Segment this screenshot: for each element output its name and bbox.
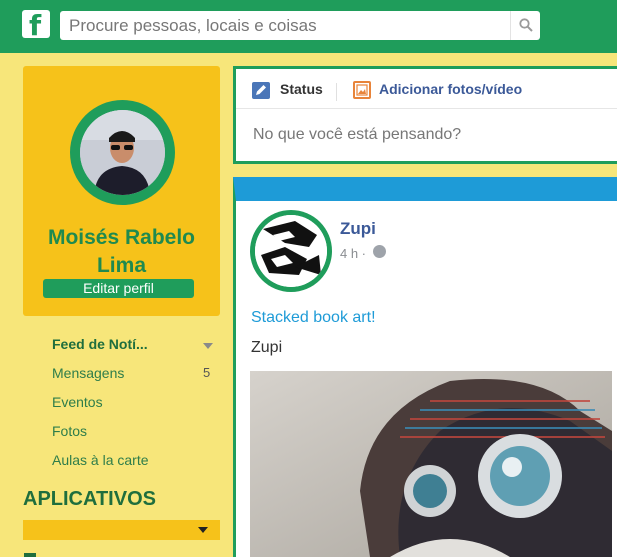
- post-link-title[interactable]: Stacked book art!: [251, 309, 376, 327]
- post-timestamp[interactable]: 4 h ·: [340, 246, 366, 261]
- tab-divider: [336, 83, 337, 101]
- tab-add-photo-video[interactable]: Adicionar fotos/vídeo: [379, 81, 522, 97]
- profile-name[interactable]: Moisés Rabelo Lima: [23, 224, 220, 280]
- status-composer: Status Adicionar fotos/vídeo No que você…: [233, 66, 617, 164]
- apps-dropdown[interactable]: [23, 520, 220, 540]
- sidebar-item-news-feed[interactable]: Feed de Notí...: [52, 336, 148, 352]
- sidebar-item-messages[interactable]: Mensagens: [52, 365, 124, 381]
- messages-count-badge: 5: [203, 365, 211, 380]
- news-feed-post: Zupi 4 h · Stacked book art! Zupi: [233, 177, 617, 557]
- sidebar-item-aulas[interactable]: Aulas à la carte: [52, 452, 149, 468]
- chevron-down-icon[interactable]: [203, 343, 213, 349]
- composer-input[interactable]: No que você está pensando?: [253, 126, 461, 144]
- post-text: Zupi: [251, 339, 283, 356]
- chevron-down-icon: [198, 527, 208, 533]
- post-image[interactable]: [250, 371, 612, 557]
- search-placeholder: Procure pessoas, locais e coisas: [69, 16, 317, 35]
- photo-icon: [353, 81, 371, 99]
- sidebar-item-photos[interactable]: Fotos: [52, 423, 87, 439]
- top-bar: f Procure pessoas, locais e coisas: [0, 0, 617, 53]
- facebook-logo-icon[interactable]: f: [22, 10, 50, 42]
- edit-profile-button[interactable]: Editar perfil: [43, 279, 194, 298]
- avatar[interactable]: [70, 100, 175, 205]
- status-pencil-icon: [252, 82, 270, 99]
- sidebar-next-item: [24, 553, 36, 557]
- logo-letter: f: [29, 9, 42, 42]
- profile-photo: [80, 110, 165, 195]
- search-input[interactable]: Procure pessoas, locais e coisas: [60, 11, 540, 40]
- search-button[interactable]: [510, 11, 540, 40]
- globe-icon: [373, 245, 386, 258]
- post-author-name[interactable]: Zupi: [340, 219, 376, 239]
- apps-section-title: APLICATIVOS: [23, 488, 156, 510]
- composer-divider: [236, 108, 617, 109]
- tab-status[interactable]: Status: [280, 81, 323, 97]
- post-author-avatar[interactable]: [250, 210, 332, 292]
- post-author-logo: [255, 215, 327, 287]
- sidebar-item-events[interactable]: Eventos: [52, 394, 103, 410]
- profile-card: Moisés Rabelo Lima Editar perfil: [23, 66, 220, 316]
- search-icon: [519, 18, 533, 32]
